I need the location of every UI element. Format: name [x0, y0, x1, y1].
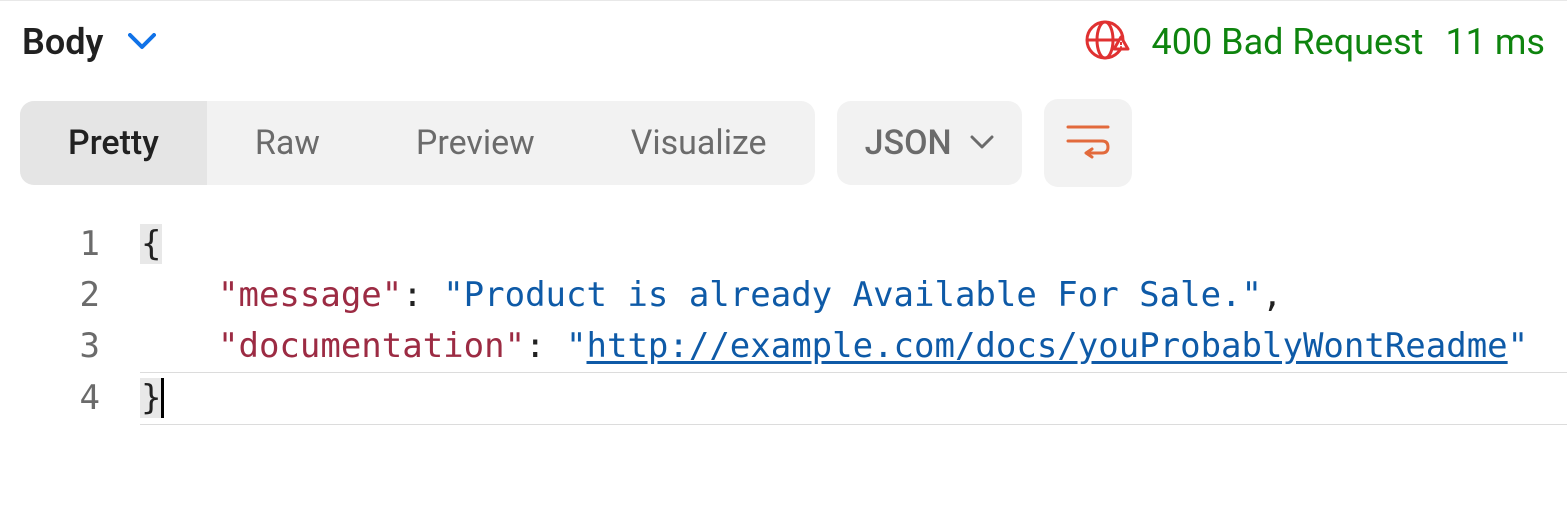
response-toolbar: Pretty Raw Preview Visualize JSON: [0, 83, 1567, 199]
json-link[interactable]: http://example.com/docs/youProbablyWontR…: [587, 326, 1508, 366]
json-key: "documentation": [218, 326, 525, 366]
json-string-close: ": [1508, 326, 1528, 366]
response-panel: Body 400 Bad Request 11 ms: [0, 0, 1567, 506]
header-right: 400 Bad Request 11 ms: [1084, 19, 1545, 65]
tab-raw[interactable]: Raw: [207, 101, 368, 185]
status-text: 400 Bad Request: [1152, 21, 1424, 63]
line-number: 2: [80, 275, 100, 315]
chevron-down-icon[interactable]: [127, 27, 157, 57]
view-tabs: Pretty Raw Preview Visualize: [20, 101, 815, 185]
format-dropdown[interactable]: JSON: [837, 101, 1022, 185]
header-left: Body: [22, 21, 157, 63]
chevron-down-icon: [970, 134, 994, 153]
json-string-open: ": [566, 326, 586, 366]
tab-preview[interactable]: Preview: [368, 101, 583, 185]
format-label: JSON: [865, 123, 952, 163]
tab-visualize[interactable]: Visualize: [583, 101, 815, 185]
divider-line: [140, 424, 1567, 425]
line-gutter: 3: [0, 321, 140, 372]
json-string: "Product is already Available For Sale.": [443, 275, 1262, 315]
wrap-lines-button[interactable]: [1044, 99, 1132, 187]
code-line: 3 "documentation": "http://example.com/d…: [0, 321, 1567, 372]
response-header: Body 400 Bad Request 11 ms: [0, 1, 1567, 83]
code-line: 1 {: [0, 219, 1567, 270]
code-content: "documentation": "http://example.com/doc…: [140, 321, 1567, 372]
line-number: 3: [80, 326, 100, 366]
wrap-lines-icon: [1066, 123, 1110, 163]
line-gutter: 1: [0, 219, 140, 270]
line-number: 1: [80, 224, 100, 264]
tab-pretty[interactable]: Pretty: [20, 101, 207, 185]
line-number: 4: [80, 378, 100, 418]
code-line: 4 }: [0, 373, 1567, 424]
close-brace: }: [140, 378, 164, 418]
line-gutter: 2: [0, 270, 140, 321]
code-area[interactable]: 1 { 2 "message": "Product is already Ava…: [0, 199, 1567, 425]
response-time: 11 ms: [1445, 21, 1545, 63]
code-content: {: [140, 219, 1567, 270]
code-content: "message": "Product is already Available…: [140, 270, 1567, 321]
section-label: Body: [22, 21, 103, 63]
code-content: }: [140, 373, 1567, 424]
open-brace: {: [140, 224, 162, 264]
globe-warning-icon[interactable]: [1084, 19, 1130, 65]
json-key: "message": [218, 275, 402, 315]
code-line: 2 "message": "Product is already Availab…: [0, 270, 1567, 321]
line-gutter: 4: [0, 373, 140, 424]
